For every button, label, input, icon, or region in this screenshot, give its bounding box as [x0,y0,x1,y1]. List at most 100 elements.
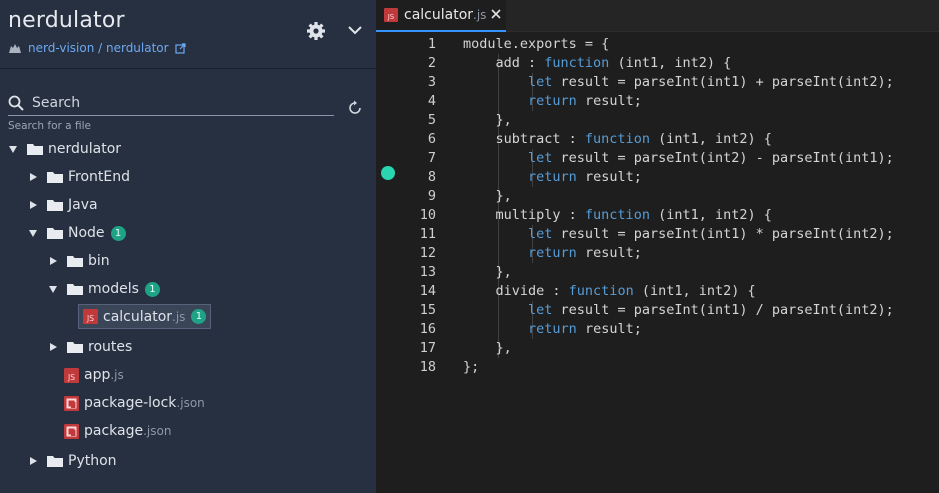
repo-link-label: nerd-vision / nerdulator [28,41,169,55]
tab-bar: JS calculator .js [376,0,939,32]
caret-right-icon [30,457,37,465]
tree-file[interactable]: package-lock .json [64,392,205,414]
search-icon [8,95,24,111]
line-number[interactable]: 10 [412,206,436,225]
line-source: subtract : function (int1, int2) { [463,131,772,147]
tree-folder[interactable]: models 1 [48,278,160,300]
line-source: let result = parseInt(int1) + parseInt(i… [528,74,894,90]
folder-icon [67,342,83,353]
line-number[interactable]: 18 [412,358,436,377]
tree-folder[interactable]: nerdulator [8,138,121,160]
folder-icon [67,284,83,295]
line-number[interactable]: 4 [412,92,436,111]
folder-icon [47,172,63,183]
tree-item-label: app [84,367,111,383]
line-number[interactable]: 6 [412,130,436,149]
line-number[interactable]: 11 [412,225,436,244]
line-source: }, [463,264,512,280]
line-number[interactable]: 12 [412,244,436,263]
tree-item-ext: .js [172,309,186,324]
refresh-icon[interactable] [347,100,363,116]
line-number[interactable]: 3 [412,73,436,92]
tree-folder[interactable]: Node 1 [28,222,126,244]
line-source: let result = parseInt(int1) / parseInt(i… [528,302,894,318]
tree-item-label: FrontEnd [68,169,131,185]
folder-icon [47,200,63,211]
app-title: nerdulator [8,8,125,33]
line-number[interactable]: 16 [412,320,436,339]
breakpoint-count-badge: 1 [191,309,207,324]
tree-item-label: Python [68,453,117,469]
gear-icon[interactable] [306,21,326,41]
tree-folder[interactable]: Java [28,194,98,216]
caret-right-icon [50,257,57,265]
line-source: }; [463,359,480,375]
line-source: let result = parseInt(int2) - parseInt(i… [528,150,894,166]
tree-folder[interactable]: FrontEnd [28,166,130,188]
tree-item-ext: .json [176,396,205,410]
svg-text:JS: JS [67,373,75,382]
line-number[interactable]: 13 [412,263,436,282]
line-number[interactable]: 1 [412,35,436,54]
js-file-icon: JS [83,309,98,324]
js-file-icon: JS [64,367,79,383]
js-file-icon: JS [384,8,398,22]
tree-item-label: package [84,423,144,439]
tree-file[interactable]: JS calculator .js 1 [78,304,212,329]
line-source: return result; [528,245,642,261]
caret-right-icon [50,343,57,351]
search-hint: Search for a file [8,120,91,132]
line-source: }, [463,112,512,128]
tree-folder[interactable]: bin [48,250,110,272]
line-number[interactable]: 8 [412,168,436,187]
tab-label: calculator [404,7,474,23]
tree-item-label: bin [88,253,110,269]
tree-item-ext: .js [110,368,124,382]
tree-item-label: routes [88,339,133,355]
tree-file[interactable]: JS app .js [64,364,124,386]
tree-item-label: models [88,281,139,297]
close-icon[interactable] [490,8,502,20]
tree-item-ext: .json [143,424,172,438]
tree-item-label: nerdulator [48,141,122,157]
folder-icon [67,256,83,267]
breakpoint-count-badge: 1 [110,225,126,241]
line-number[interactable]: 14 [412,282,436,301]
tab-calculator-js[interactable]: JS calculator .js [376,0,506,32]
line-number[interactable]: 5 [412,111,436,130]
tree-item-label: package-lock [84,395,177,411]
file-explorer-sidebar: nerdulator nerd-vision / nerdulator Sear… [0,0,376,493]
breakpoint-marker[interactable] [381,166,395,180]
caret-down-icon [49,286,57,293]
line-source: return result; [528,93,642,109]
search-input[interactable] [32,94,322,111]
tree-item-label: Node [68,225,105,241]
tree-item-label: calculator [103,308,173,325]
line-number[interactable]: 9 [412,187,436,206]
line-number[interactable]: 17 [412,339,436,358]
line-number[interactable]: 2 [412,54,436,73]
caret-right-icon [30,173,37,181]
caret-right-icon [30,201,37,209]
line-source: let result = parseInt(int1) * parseInt(i… [528,226,894,242]
line-source: return result; [528,169,642,185]
folder-icon [47,456,63,467]
search-field[interactable] [8,90,334,116]
tree-folder[interactable]: routes [48,336,132,358]
caret-down-icon [9,146,17,153]
svg-text:JS: JS [86,314,94,323]
line-source: add : function (int1, int2) { [463,55,732,71]
breakpoint-count-badge: 1 [144,281,160,297]
line-source: }, [463,340,512,356]
line-number[interactable]: 7 [412,149,436,168]
line-source: divide : function (int1, int2) { [463,283,756,299]
line-source: }, [463,188,512,204]
repo-link[interactable]: nerd-vision / nerdulator [8,40,186,56]
tab-label-ext: .js [473,8,487,22]
svg-text:JS: JS [387,13,395,21]
tree-folder[interactable]: Python [28,450,117,472]
chevron-down-icon[interactable] [347,24,363,36]
external-link-icon [174,42,186,54]
line-number[interactable]: 15 [412,301,436,320]
tree-file[interactable]: package .json [64,420,171,442]
